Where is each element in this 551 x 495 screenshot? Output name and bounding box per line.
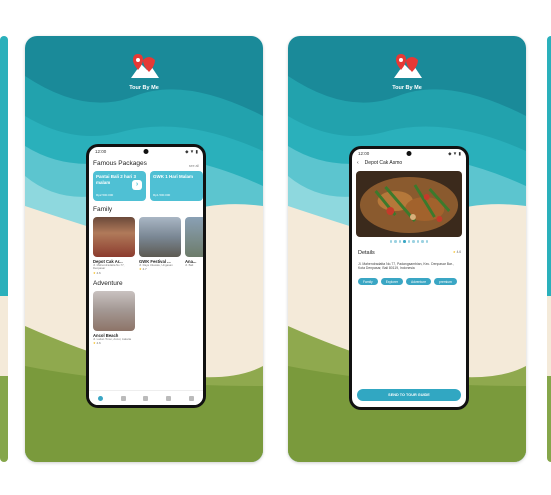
profile-icon[interactable]	[189, 395, 195, 401]
place-address: Jl. Bali	[185, 263, 194, 267]
tag-chip[interactable]: premium	[434, 278, 457, 286]
status-icons: ◆ ▼ ▮	[185, 148, 198, 154]
pager-dot[interactable]	[394, 240, 397, 243]
tag-list: Family Explorer Adventure premium	[358, 278, 458, 286]
pager-dot[interactable]	[407, 240, 411, 243]
family-carousel[interactable]: Depot Cak Ar... Jl. Mahendradatta No.77,…	[93, 217, 203, 275]
photo-pager[interactable]	[352, 240, 466, 243]
status-time: 12:00	[358, 151, 370, 156]
phone-frame: 12:00 ◆ ▼ ▮ Famous Packages see all Pant…	[86, 144, 206, 408]
package-title: GWK 1 Hari Malam	[153, 174, 194, 179]
place-rating: 4.6	[456, 249, 461, 254]
back-arrow-icon[interactable]: ‹	[357, 160, 359, 166]
packages-carousel[interactable]: Pantai Bali 2 hari 3 malam Rp2.500.000 ›…	[93, 171, 203, 201]
package-card[interactable]: GWK 1 Hari Malam Rp1.500.000	[150, 171, 203, 201]
star-icon: ★ 4.6	[452, 249, 461, 254]
phone-frame: 12:00 ◆ ▼ ▮ ‹ Depot Cak Asmo Details ★ 4…	[349, 146, 469, 410]
brand-name: Tour By Me	[129, 85, 159, 91]
phone-screen-detail: 12:00 ◆ ▼ ▮ ‹ Depot Cak Asmo Details ★ 4…	[352, 149, 466, 407]
pager-dot[interactable]	[398, 240, 402, 243]
place-rating: 4.7	[142, 267, 147, 272]
place-address: Jl. Mahendradatta No.77, Denpasar	[93, 263, 125, 271]
details-header: Details ★ 4.6	[358, 250, 461, 256]
explore-icon[interactable]	[120, 395, 126, 401]
place-address: Jl. Mahendradatta No.77, Padangsambian, …	[358, 261, 454, 270]
brand-logo: Tour By Me	[119, 54, 169, 91]
place-rating: 4.6	[96, 341, 101, 346]
famous-packages-title: Famous Packages	[93, 160, 147, 167]
package-title: Pantai Bali 2 hari 3 malam	[96, 174, 137, 185]
map-pin-mountain-icon	[394, 54, 422, 78]
package-card[interactable]: Pantai Bali 2 hari 3 malam Rp2.500.000 ›	[93, 171, 146, 201]
see-all-link[interactable]: see all	[189, 164, 199, 168]
pager-dot[interactable]	[416, 240, 420, 243]
bookmark-icon[interactable]	[143, 395, 149, 401]
pager-dot[interactable]	[425, 240, 429, 243]
status-time: 12:00	[95, 149, 107, 154]
phone-screen-home: 12:00 ◆ ▼ ▮ Famous Packages see all Pant…	[89, 147, 203, 405]
adventure-title: Adventure	[93, 279, 123, 287]
place-title: Depot Cak Asmo	[364, 160, 403, 166]
brand-name: Tour By Me	[392, 85, 422, 91]
place-card[interactable]: Ana... Jl. Bali	[185, 217, 203, 275]
family-title: Family	[93, 206, 113, 213]
star-icon: ★ 4.7	[139, 267, 147, 272]
place-photo	[139, 217, 181, 257]
send-to-tour-guide-button[interactable]: SEND TO TOUR GUIDE	[357, 389, 461, 401]
prev-card-edge	[0, 36, 8, 462]
package-price: Rp2.500.000	[96, 192, 114, 197]
place-photo	[93, 217, 135, 257]
screenshot-card-detail[interactable]: Tour By Me 12:00 ◆ ▼ ▮ ‹ Depot Cak Asmo	[288, 36, 526, 462]
place-hero-photo	[356, 171, 462, 237]
place-card[interactable]: Depot Cak Ar... Jl. Mahendradatta No.77,…	[93, 217, 135, 275]
package-price: Rp1.500.000	[153, 192, 171, 197]
details-label: Details	[358, 249, 375, 256]
tag-chip[interactable]: Explorer	[380, 278, 403, 286]
pager-dot[interactable]	[421, 240, 424, 243]
screenshot-card-home[interactable]: Tour By Me 12:00 ◆ ▼ ▮ Famous Packages s…	[25, 36, 263, 462]
home-icon[interactable]	[97, 395, 103, 401]
tag-chip[interactable]: Adventure	[406, 278, 432, 286]
brand-logo: Tour By Me	[382, 54, 432, 91]
place-photo	[93, 290, 135, 331]
arrow-right-icon[interactable]: ›	[132, 180, 142, 190]
pager-dot[interactable]	[389, 240, 393, 243]
camera-hole	[406, 151, 412, 156]
pager-dot[interactable]	[412, 240, 415, 243]
star-icon: ★ 4.6	[93, 270, 101, 275]
place-card[interactable]: Ancol Beach Jl. Lodan Timur, Ancol, Jaka…	[93, 290, 135, 346]
map-pin-mountain-icon	[131, 54, 159, 78]
next-card-edge	[547, 36, 551, 462]
bottom-navigation	[89, 390, 203, 405]
place-photo	[185, 217, 203, 257]
pager-dot[interactable]	[403, 240, 406, 243]
detail-topbar: ‹ Depot Cak Asmo	[352, 157, 466, 169]
place-rating: 4.6	[96, 270, 101, 275]
place-card[interactable]: GWK Festival ... Jl. Raya Uluwatu, Ungas…	[139, 217, 181, 275]
adventure-carousel[interactable]: Ancol Beach Jl. Lodan Timur, Ancol, Jaka…	[93, 290, 203, 346]
star-icon: ★ 4.6	[93, 341, 101, 346]
camera-hole	[143, 149, 149, 154]
chat-icon[interactable]	[166, 395, 172, 401]
tag-chip[interactable]: Family	[358, 278, 378, 286]
status-icons: ◆ ▼ ▮	[448, 150, 461, 156]
